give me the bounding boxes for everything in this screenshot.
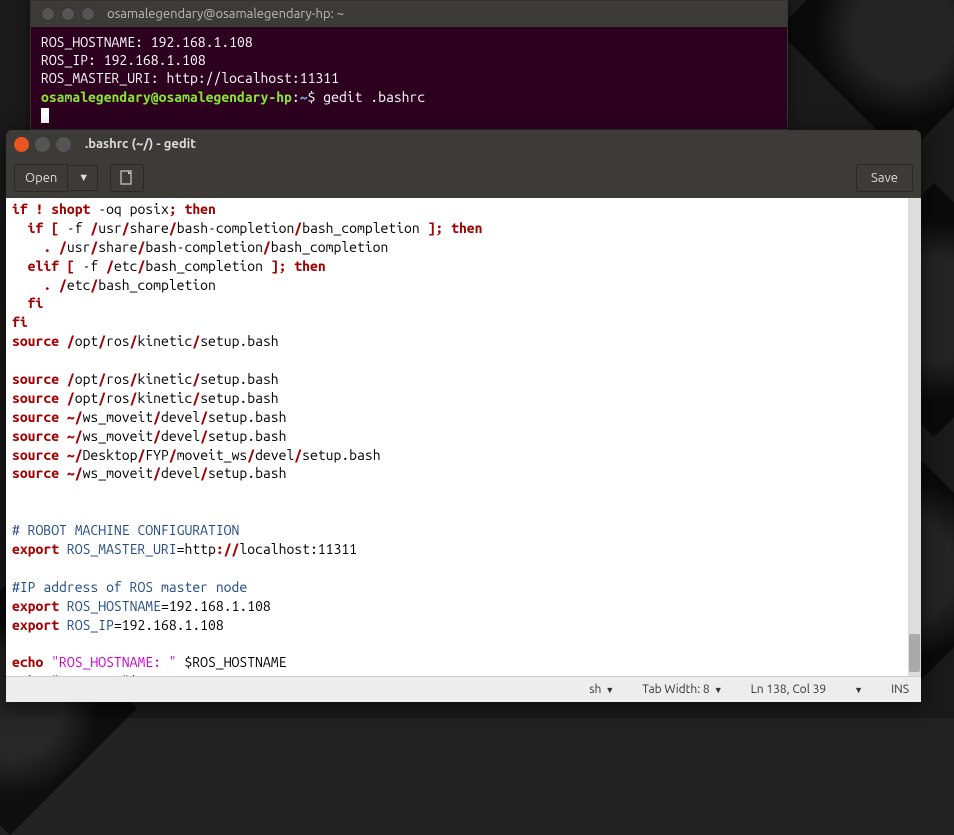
open-dropdown-button[interactable]: ▼ [70,165,98,191]
statusbar: sh▼ Tab Width: 8▼ Ln 138, Col 39 ▼ INS [6,676,921,702]
status-tab-width[interactable]: Tab Width: 8▼ [642,683,722,696]
term-text: ROS_HOSTNAME: [41,34,151,50]
term-user: osamalegendary@osamalegendary-hp [41,89,292,105]
close-icon[interactable] [14,137,29,152]
editor-content[interactable]: if ! shopt -oq posix; then if [ -f /usr/… [6,198,921,676]
term-text: ROS_MASTER_URI: [41,70,166,86]
term-dollar: $ [308,89,324,105]
gedit-window: .bashrc (~/) - gedit Open ▼ Save if ! sh… [6,130,921,702]
maximize-icon[interactable] [56,137,71,152]
status-cursor-pos: Ln 138, Col 39 [751,683,827,696]
term-path: ~ [300,89,308,105]
chevron-down-icon[interactable]: ▼ [854,685,863,695]
editor-area[interactable]: if ! shopt -oq posix; then if [ -f /usr/… [6,198,921,676]
open-button[interactable]: Open [14,164,68,192]
term-text: ROS_IP: [41,52,104,68]
minimize-icon[interactable] [35,137,50,152]
terminal-window: osamalegendary@osamalegendary-hp: ~ ROS_… [30,0,788,130]
save-button[interactable]: Save [856,164,913,192]
term-text: 192.168.1.108 [151,34,253,50]
scroll-thumb[interactable] [909,634,920,672]
gedit-title: .bashrc (~/) - gedit [85,137,196,151]
term-sep: : [292,89,300,105]
status-insert-mode[interactable]: INS [891,683,909,696]
editor-scrollbar[interactable] [908,198,921,676]
terminal-cursor-icon [41,108,49,123]
terminal-close-icon[interactable] [41,7,55,21]
term-text: 192.168.1.108 [104,52,206,68]
terminal-max-icon[interactable] [81,7,95,21]
status-language[interactable]: sh▼ [589,683,614,696]
chevron-down-icon: ▼ [714,685,723,695]
term-cmd: gedit .bashrc [323,89,425,105]
terminal-body[interactable]: ROS_HOSTNAME: 192.168.1.108 ROS_IP: 192.… [31,27,787,130]
term-text: http://localhost:11311 [166,70,338,86]
terminal-min-icon[interactable] [61,7,75,21]
terminal-titlebar[interactable]: osamalegendary@osamalegendary-hp: ~ [31,1,787,27]
terminal-title: osamalegendary@osamalegendary-hp: ~ [107,7,344,21]
chevron-down-icon: ▼ [605,685,614,695]
new-document-icon [119,170,135,186]
gedit-titlebar[interactable]: .bashrc (~/) - gedit [6,130,921,158]
new-document-button[interactable] [110,164,144,192]
gedit-toolbar: Open ▼ Save [6,158,921,198]
